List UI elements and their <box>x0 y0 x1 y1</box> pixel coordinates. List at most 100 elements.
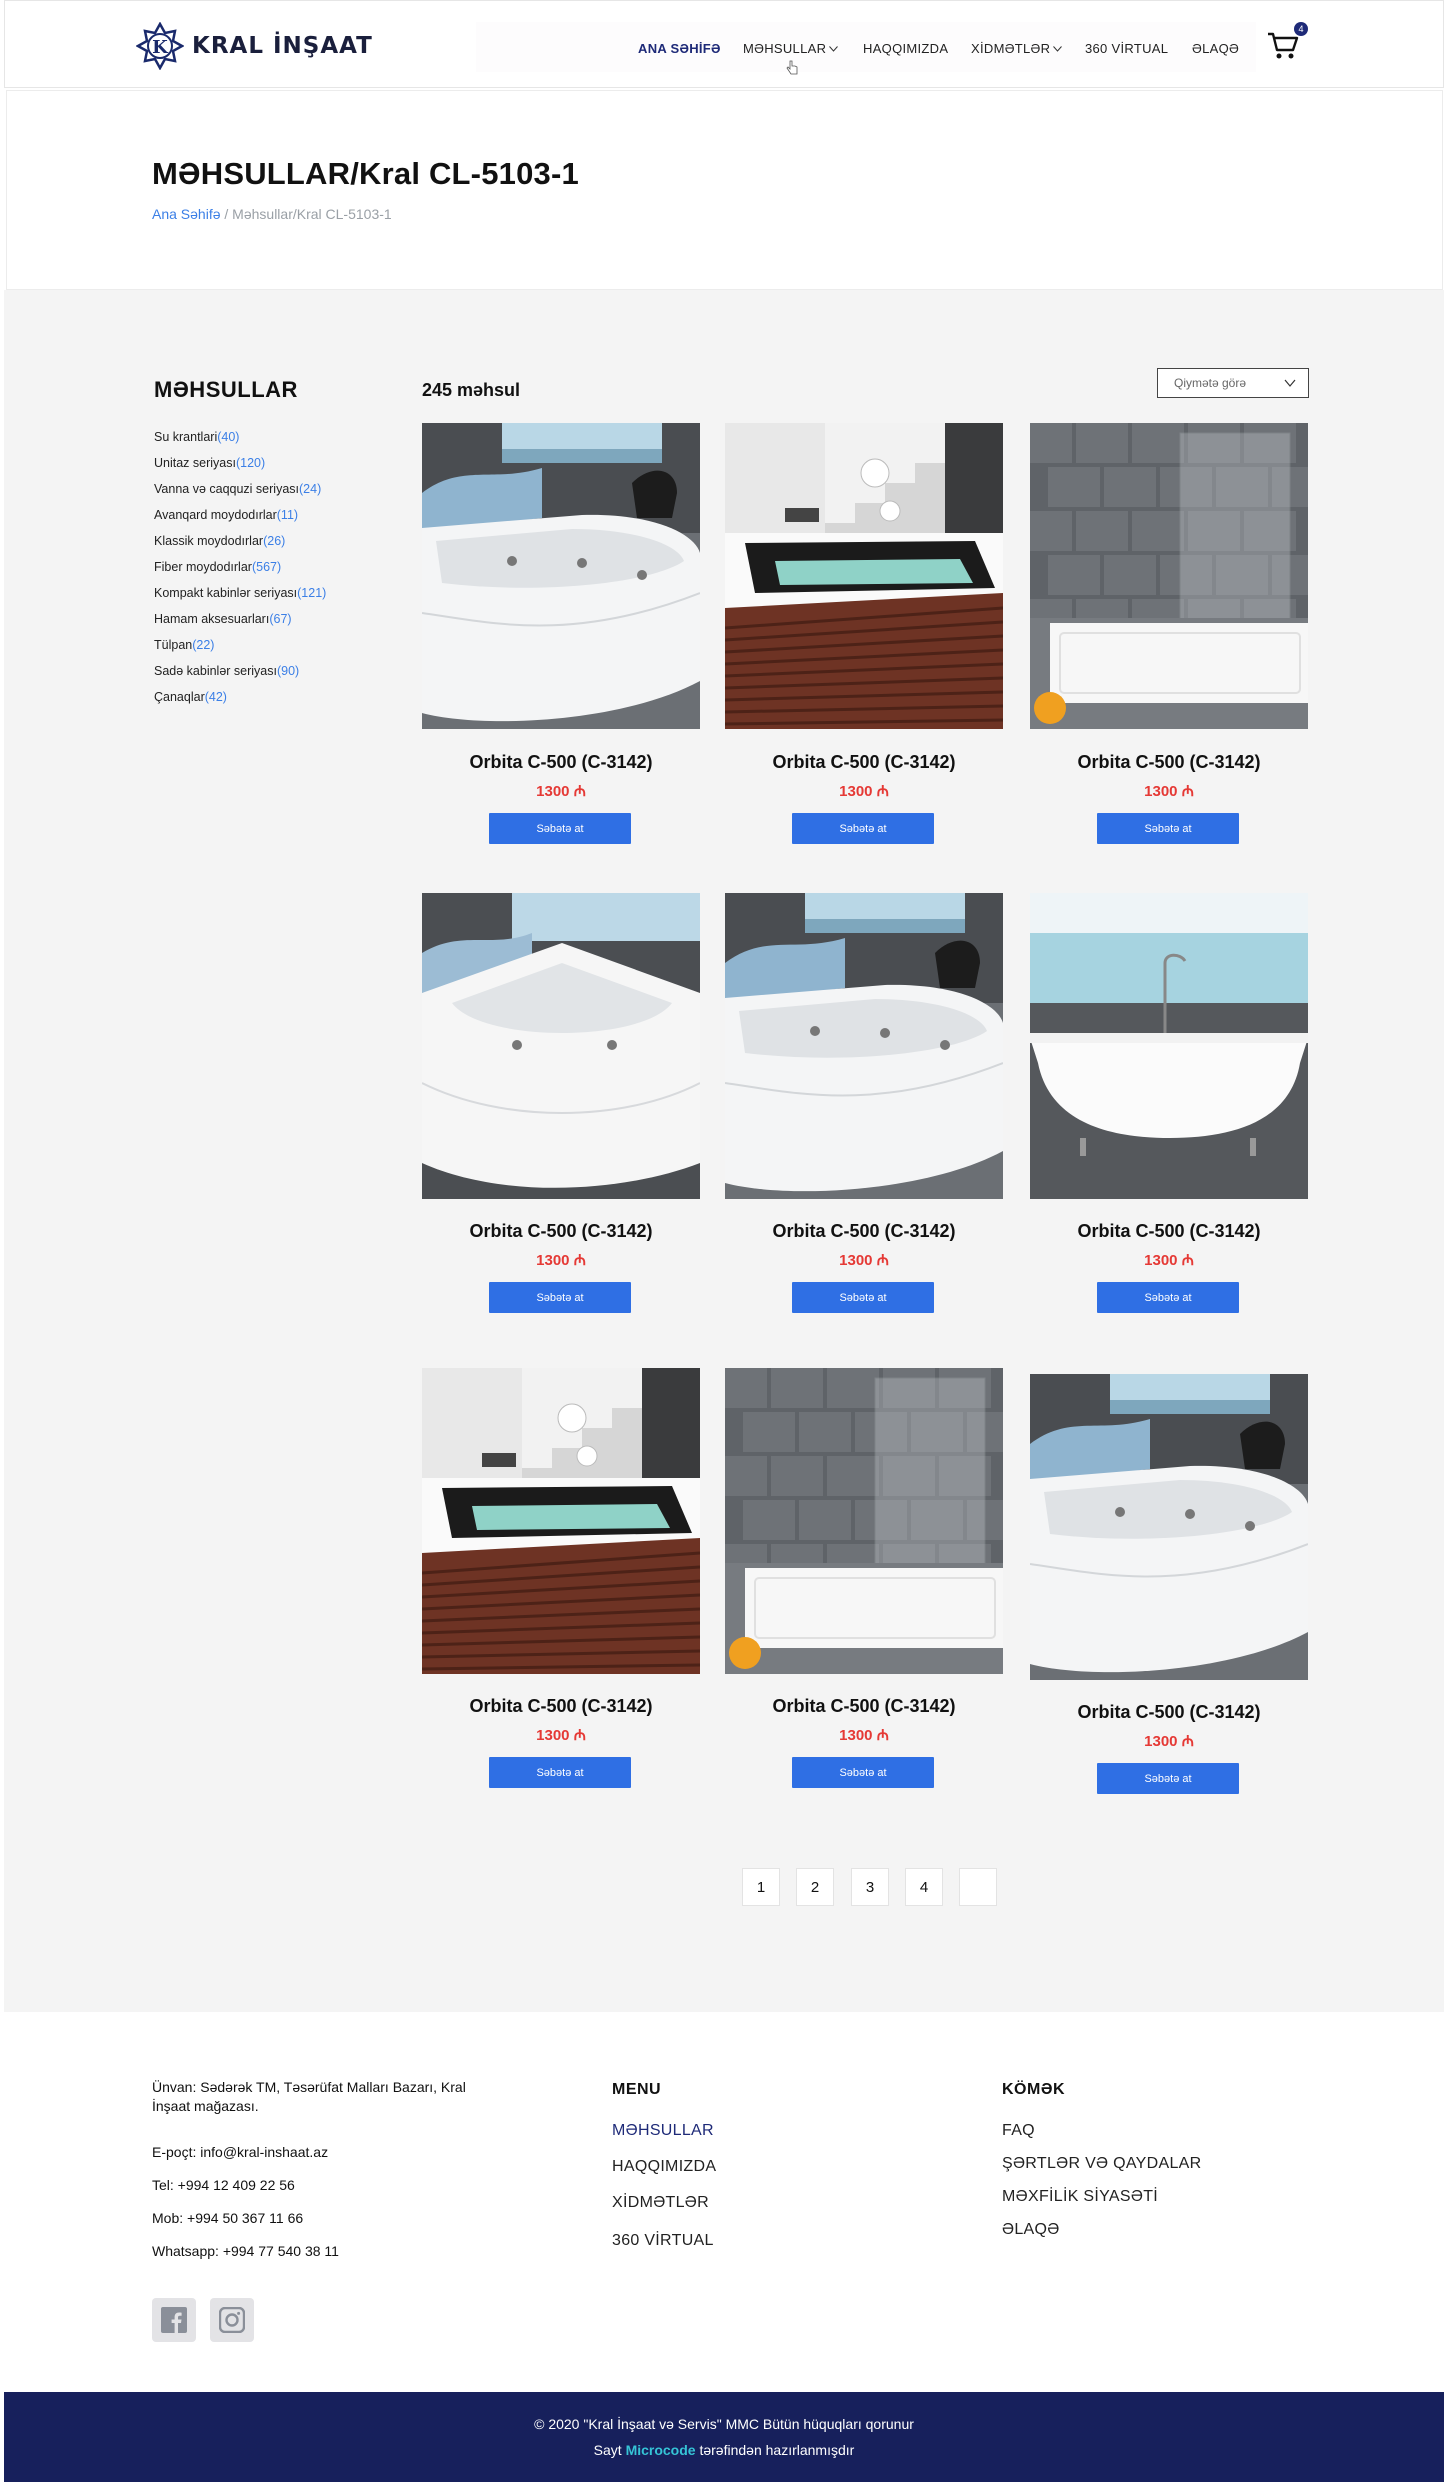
bathtub-image-icon <box>725 893 1003 1199</box>
product-name[interactable]: Orbita C-500 (C-3142) <box>1030 752 1308 773</box>
product-card[interactable]: Orbita C-500 (C-3142) 1300 ₼ Səbətə at <box>725 423 1003 844</box>
product-card[interactable]: Orbita C-500 (C-3142) 1300 ₼ Səbətə at <box>725 1368 1003 1788</box>
category-item[interactable]: Sadə kabinlər seriyası (90) <box>154 658 326 684</box>
category-list: Su krantlari (40) Unitaz seriyası (120) Vann… <box>154 424 326 710</box>
logo[interactable]: K KRAL İNŞAAT <box>136 22 373 70</box>
category-item[interactable]: Klassik moydodırlar (26) <box>154 528 326 554</box>
footer-menu-360[interactable]: 360 VİRTUAL <box>612 2232 714 2250</box>
nav-about[interactable]: HAQQIMIZDA <box>863 41 948 56</box>
page-button[interactable]: 4 <box>905 1868 943 1906</box>
add-to-cart-button[interactable]: Səbətə at <box>489 1757 631 1788</box>
footer-tel[interactable]: Tel: +994 12 409 22 56 <box>152 2177 295 2193</box>
category-name: Su krantlari <box>154 430 218 444</box>
logo-text: KRAL İNŞAAT <box>192 33 373 59</box>
footer-menu-products[interactable]: MƏHSULLAR <box>612 2122 714 2140</box>
page-button[interactable]: 3 <box>851 1868 889 1906</box>
bathtub-image-icon <box>725 423 1003 729</box>
product-image[interactable] <box>422 893 700 1199</box>
nav-products[interactable]: MƏHSULLAR <box>743 41 839 56</box>
product-image[interactable] <box>1030 893 1308 1199</box>
category-item[interactable]: Kompakt kabinlər seriyası (121) <box>154 580 326 606</box>
product-image[interactable] <box>725 1368 1003 1674</box>
add-to-cart-button[interactable]: Səbətə at <box>792 1757 934 1788</box>
footer-help-faq[interactable]: FAQ <box>1002 2122 1035 2140</box>
product-image[interactable] <box>725 423 1003 729</box>
add-to-cart-button[interactable]: Səbətə at <box>489 813 631 844</box>
breadcrumb-home-link[interactable]: Ana Səhifə <box>152 206 221 222</box>
product-price: 1300 ₼ <box>839 783 889 800</box>
page-button[interactable]: 1 <box>742 1868 780 1906</box>
page-button[interactable] <box>959 1868 997 1906</box>
category-name: Vanna və caqquzi seriyası <box>154 482 299 496</box>
add-to-cart-button[interactable]: Səbətə at <box>792 813 934 844</box>
sidebar-title: MƏHSULLAR <box>154 377 298 402</box>
product-card[interactable]: Orbita C-500 (C-3142) 1300 ₼ Səbətə at <box>422 1368 700 1788</box>
product-card[interactable]: Orbita C-500 (C-3142) 1300 ₼ Səbətə at <box>1030 423 1308 844</box>
product-name[interactable]: Orbita C-500 (C-3142) <box>725 1696 1003 1717</box>
footer-email[interactable]: E-poçt: info@kral-inshaat.az <box>152 2144 328 2160</box>
add-to-cart-button[interactable]: Səbətə at <box>1097 813 1239 844</box>
footer-menu-about[interactable]: HAQQIMIZDA <box>612 2158 716 2176</box>
category-item[interactable]: Su krantlari (40) <box>154 424 326 450</box>
category-name: Kompakt kabinlər seriyası <box>154 586 298 600</box>
product-card[interactable]: Orbita C-500 (C-3142) 1300 ₼ Səbətə at <box>422 893 700 1313</box>
category-name: Hamam aksesuarları <box>154 612 270 626</box>
footer-help-privacy[interactable]: MƏXFİLİK SİYASƏTİ <box>1002 2188 1158 2206</box>
footer-menu-services[interactable]: XİDMƏTLƏR <box>612 2194 709 2212</box>
product-name[interactable]: Orbita C-500 (C-3142) <box>422 752 700 773</box>
category-count: (42) <box>204 690 227 704</box>
category-item[interactable]: Hamam aksesuarları (67) <box>154 606 326 632</box>
category-item[interactable]: Çanaqlar (42) <box>154 684 326 710</box>
add-to-cart-button[interactable]: Səbətə at <box>1097 1763 1239 1794</box>
product-card[interactable]: Orbita C-500 (C-3142) 1300 ₼ Səbətə at <box>1030 893 1308 1313</box>
category-name: Sadə kabinlər seriyası <box>154 664 277 678</box>
category-item[interactable]: Tülpan (22) <box>154 632 326 658</box>
add-to-cart-button[interactable]: Səbətə at <box>489 1282 631 1313</box>
page-title: MƏHSULLAR/Kral CL-5103-1 <box>152 156 579 191</box>
facebook-button[interactable] <box>152 2298 196 2342</box>
category-count: (22) <box>192 638 215 652</box>
category-item[interactable]: Unitaz seriyası (120) <box>154 450 326 476</box>
product-price: 1300 ₼ <box>536 1252 586 1269</box>
add-to-cart-button[interactable]: Səbətə at <box>792 1282 934 1313</box>
bathtub-image-icon <box>422 893 700 1199</box>
product-name[interactable]: Orbita C-500 (C-3142) <box>1030 1702 1308 1723</box>
product-card[interactable]: Orbita C-500 (C-3142) 1300 ₼ Səbətə at <box>1030 1374 1308 1794</box>
nav-contact[interactable]: ƏLAQƏ <box>1192 41 1239 56</box>
nav-services[interactable]: XİDMƏTLƏR <box>971 41 1063 56</box>
product-image[interactable] <box>1030 423 1308 729</box>
instagram-icon <box>219 2307 245 2333</box>
breadcrumb-current: / Məhsullar/Kral CL-5103-1 <box>220 206 392 222</box>
category-name: Çanaqlar <box>154 690 205 704</box>
product-name[interactable]: Orbita C-500 (C-3142) <box>725 752 1003 773</box>
page-button[interactable]: 2 <box>796 1868 834 1906</box>
footer-help-contact[interactable]: ƏLAQƏ <box>1002 2221 1060 2239</box>
product-name[interactable]: Orbita C-500 (C-3142) <box>1030 1221 1308 1242</box>
svg-text:K: K <box>152 37 169 58</box>
microcode-link[interactable]: Microcode <box>626 2442 696 2458</box>
product-image[interactable] <box>422 423 700 729</box>
product-name[interactable]: Orbita C-500 (C-3142) <box>725 1221 1003 1242</box>
product-card[interactable]: Orbita C-500 (C-3142) 1300 ₼ Səbətə at <box>725 893 1003 1313</box>
category-item[interactable]: Vanna və caqquzi seriyası (24) <box>154 476 326 502</box>
product-image[interactable] <box>422 1368 700 1674</box>
footer-mob[interactable]: Mob: +994 50 367 11 66 <box>152 2210 303 2226</box>
nav-home[interactable]: ANA SƏHİFƏ <box>638 41 721 56</box>
footer-help-terms[interactable]: ŞƏRTLƏR VƏ QAYDALAR <box>1002 2155 1202 2173</box>
footer-address: Ünvan: Sədərək TM, Təsərüfat Malları Baz… <box>152 2079 466 2114</box>
category-item[interactable]: Avanqard moydodırlar (11) <box>154 502 326 528</box>
category-name: Avanqard moydodırlar <box>154 508 277 522</box>
footer-whatsapp[interactable]: Whatsapp: +994 77 540 38 11 <box>152 2243 339 2259</box>
nav-360-virtual[interactable]: 360 VİRTUAL <box>1085 41 1168 56</box>
product-price: 1300 ₼ <box>839 1727 889 1744</box>
product-image[interactable] <box>725 893 1003 1199</box>
product-name[interactable]: Orbita C-500 (C-3142) <box>422 1696 700 1717</box>
chevron-down-icon <box>1053 45 1063 52</box>
sort-select[interactable]: Qiymətə görə <box>1157 368 1309 398</box>
add-to-cart-button[interactable]: Səbətə at <box>1097 1282 1239 1313</box>
category-item[interactable]: Fiber moydodırlar (567) <box>154 554 326 580</box>
product-image[interactable] <box>1030 1374 1308 1680</box>
product-card[interactable]: Orbita C-500 (C-3142) 1300 ₼ Səbətə at <box>422 423 700 844</box>
instagram-button[interactable] <box>210 2298 254 2342</box>
product-name[interactable]: Orbita C-500 (C-3142) <box>422 1221 700 1242</box>
